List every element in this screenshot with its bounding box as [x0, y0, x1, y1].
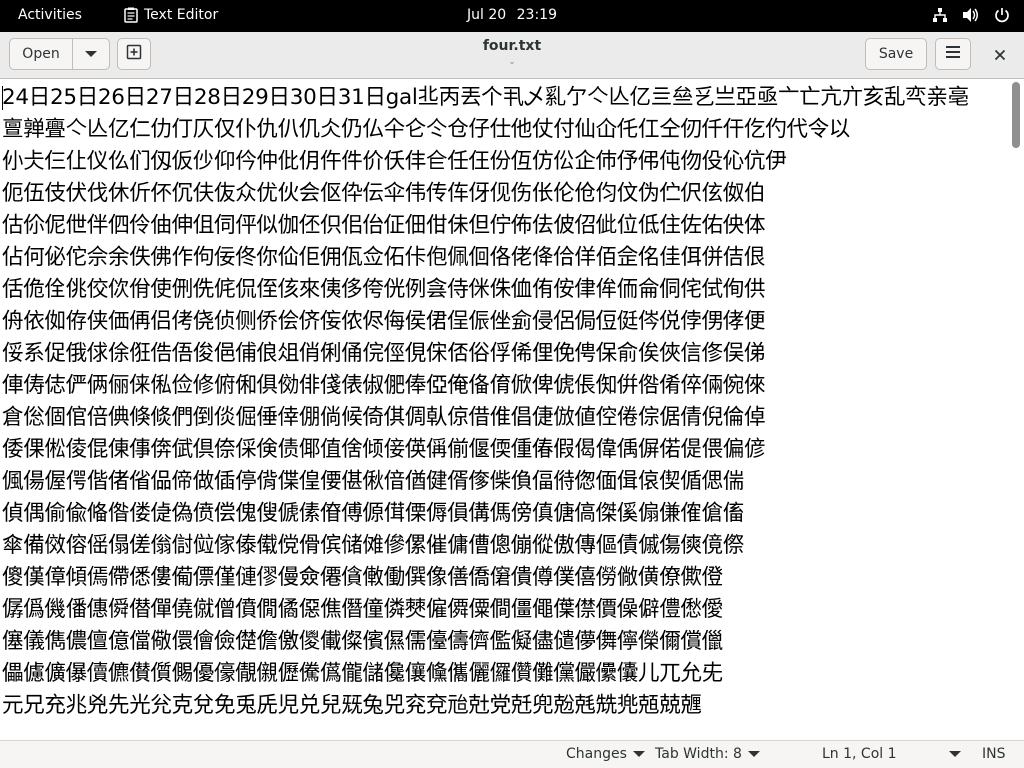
power-icon: [994, 7, 1010, 23]
text-line[interactable]: 亶亸亹亽亾亿仁仂仃仄仅仆仇仈仉仌仍仏仐仑仒仓仔仕他仗付仙仚仛仜仝仞仟仠仡仢代令以: [2, 114, 1006, 146]
clock-date: Jul 20: [467, 7, 507, 23]
save-button[interactable]: Save: [865, 38, 927, 70]
main-menu-button[interactable]: [935, 38, 971, 70]
text-line[interactable]: 傻傼傽傾傿僀僁僂僃僄僅僆僇僈僉僊僋僌働僎像僐僑僒僓僔僕僖僗僘僙僚僛僜: [2, 562, 1006, 594]
tab-width-label: Tab Width: 8: [655, 746, 742, 762]
text-line[interactable]: 倭倮倯倰倱倲倳倴倵倶倷倸倹债倻值倽倾倿偀偁偂偃偄偅偆假偈偉偊偋偌偍偎偏偐: [2, 434, 1006, 466]
document-text[interactable]: 24日25日26日27日28日29日30日31日gal丠丙丟个丮乄乿亇亽亾亿亖亝…: [2, 82, 1006, 722]
network-icon: [932, 7, 948, 23]
text-line[interactable]: 俥俦俧俨俩俪俫俬俭修俯俰俱俲俳俴俵俶俷俸俹俺俻俼俽俾俿倀倁倂倃倄倅倆倇倈: [2, 370, 1006, 402]
hamburger-icon: [946, 46, 960, 62]
clock[interactable]: Jul 20 23:19: [0, 7, 1024, 23]
text-line[interactable]: 偵偶偷偸偹偺偻偼偽偾偿傀傁傂傃傄傅傆傇傈傉傊傋傌傍傎傏傐傑傒傓傔傕傖傗: [2, 498, 1006, 530]
cursor-position-label: Ln 1, Col 1: [822, 746, 897, 762]
text-editor-area[interactable]: 24日25日26日27日28日29日30日31日gal丠丙丟个丮乄乿亇亽亾亿亖亝…: [0, 80, 1024, 740]
insert-mode-indicator[interactable]: INS: [982, 746, 1006, 762]
changes-dropdown[interactable]: Changes: [566, 746, 645, 762]
changes-label: Changes: [566, 746, 627, 762]
status-bar: Changes Tab Width: 8 Ln 1, Col 1 INS: [0, 740, 1024, 768]
volume-icon: [962, 7, 980, 23]
chevron-down-icon: [632, 751, 645, 757]
tab-width-dropdown[interactable]: Tab Width: 8: [655, 746, 760, 762]
close-icon: [994, 46, 1006, 65]
close-button[interactable]: [986, 42, 1014, 68]
text-line[interactable]: 俀系促俄俅俆俇俈俉俊俋俌俍俎俏俐俑俒俓俔俕俖俗俘俙俚俛俜保俞俟俠信俢俣俤: [2, 338, 1006, 370]
text-line[interactable]: 僝僞僟僠僡僢僣僤僥僦僧僨僩僪僫僬僭僮僯僰僱僲僳僴僵僶僷僸價僺僻僼僽僾: [2, 594, 1006, 626]
clock-time: 23:19: [516, 7, 557, 23]
text-line[interactable]: 估伱伲伳伴伵伶伷伸伹伺伻似伽伾伿佀佁佂佃佄佅但佇佈佉佊佋佌位低住佐佑佒体: [2, 210, 1006, 242]
system-tray[interactable]: [932, 7, 1010, 23]
chevron-down-icon: [747, 751, 760, 757]
text-line[interactable]: 伌伍伎伏伐休伒伓伔伕伖众优伙会伛伜伝伞伟传伡伢伣伤伥伦伧伨伩伪伫伬伭伮伯: [2, 178, 1006, 210]
text-line[interactable]: 僿儀儁儂儃億儅儆儇儈儉儊儋儌儍儎儏儐儑儒儓儔儕儖儗儘儙儚儛儜儝儞償儠: [2, 626, 1006, 658]
text-line[interactable]: 傘備傚傛傜傝傞傟傠傡傢傣傤傥傦傧储傩傪傫催傭傮傯傰傱傲傳傴債傶傷傸傹傺: [2, 530, 1006, 562]
text-line[interactable]: 仦仧仨仩仪仫们仭仮仯仰仱仲仳仴仵件价仸仹仺任仼份仾仿伀企伂伃伄伅伆伇伈伉伊: [2, 146, 1006, 178]
text-line[interactable]: 侜依侞侟侠価侢侣侤侥侦侧侨侩侪侫侬侭侮侯侰侱侲侳侴侵侶侷侸侹侺侻侼侽侾便: [2, 306, 1006, 338]
header-bar: Open four.txt ⌄ Save: [0, 32, 1024, 79]
text-line[interactable]: 佸佹佺佻佼佽佾使侀侁侂侃侄侅來侇侈侉侊例侌侍侎侏侐侑侒侓侔侕侖侗侘侙侚供: [2, 274, 1006, 306]
text-line[interactable]: 元兄充兆兇先光兊克兌免兎兏児兑兒兓兔兕兖兗兘兙党兛兜兝兞兟兠兡兢兣: [2, 690, 1006, 722]
insert-mode-label: INS: [982, 746, 1006, 762]
text-line[interactable]: 偑偒偓偔偕偖偗偘偙做偛停偝偞偟偠偡偢偣偤健偦偧偨偩偪偫偬偭偮偯偰偱偲偳: [2, 466, 1006, 498]
text-cursor: [2, 86, 3, 110]
top-bar: Activities Text Editor Jul 20 23:19: [0, 0, 1024, 32]
cursor-position-dropdown[interactable]: Ln 1, Col 1: [822, 746, 961, 762]
chevron-down-icon: [948, 751, 961, 757]
vertical-scrollbar[interactable]: [1012, 82, 1020, 148]
text-line[interactable]: 佔何佖佗佘余佚佛作佝佞佟你佡佢佣佤佥佦佧佨佩佪佫佬佭佮佯佰佱佲佳佴併佶佷: [2, 242, 1006, 274]
text-line[interactable]: 儡儢儣儤儥儦儧儨儩優儫儬儭儮儯儰儱儲儳儴儵儶儷儸儹儺儻儼儽儾儿兀允兂: [2, 658, 1006, 690]
text-line[interactable]: 24日25日26日27日28日29日30日31日gal丠丙丟个丮乄乿亇亽亾亿亖亝…: [2, 82, 1006, 114]
text-line[interactable]: 倉倊個倌倍倎倏倐們倒倓倔倕倖倗倘候倚倛倜倝倞借倠倡倢倣値倥倦倧倨倩倪倫倬: [2, 402, 1006, 434]
